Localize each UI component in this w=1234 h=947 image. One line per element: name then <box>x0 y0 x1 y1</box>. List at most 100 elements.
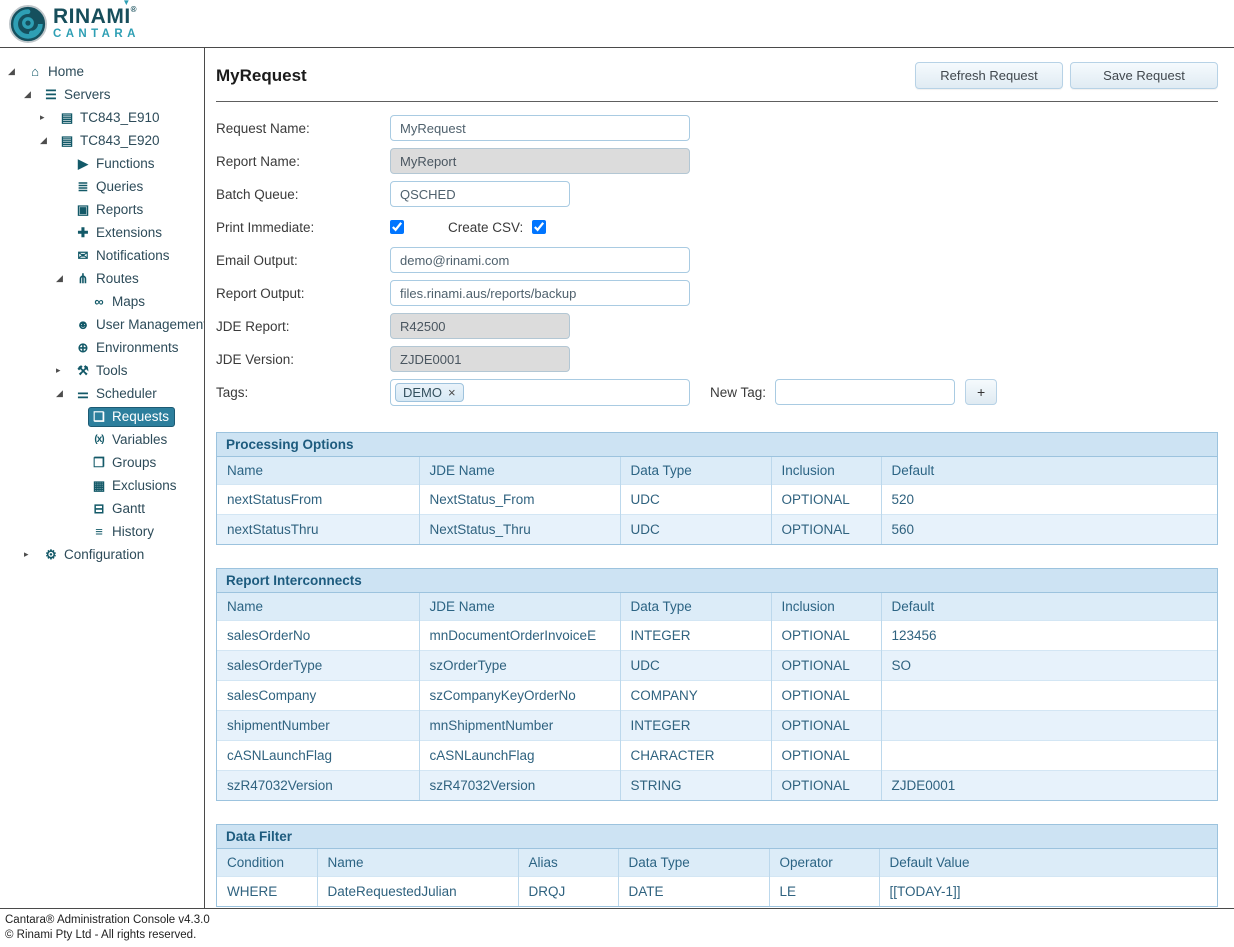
data-table: NameJDE NameData TypeInclusionDefaultsal… <box>217 593 1217 800</box>
report-name-label: Report Name: <box>216 154 390 169</box>
environments-icon: ⊕ <box>74 340 92 356</box>
requests-icon: ❏ <box>90 409 108 425</box>
collapsed-arrow-icon[interactable]: ▸ <box>40 112 56 123</box>
table-cell: COMPANY <box>620 681 771 711</box>
new-tag-field[interactable] <box>775 379 955 405</box>
product-name: CANTARA <box>53 29 140 41</box>
table-cell: nextStatusFrom <box>217 485 419 515</box>
table-cell: OPTIONAL <box>771 711 881 741</box>
sidebar-item-exclusions[interactable]: ▦Exclusions <box>0 474 204 497</box>
print-immediate-checkbox[interactable] <box>390 220 404 234</box>
expanded-arrow-icon[interactable]: ◢ <box>56 273 72 284</box>
sidebar-item-home[interactable]: ◢⌂Home <box>0 60 204 83</box>
sidebar-item-requests[interactable]: ❏ Requests <box>0 405 204 428</box>
table-cell: 123456 <box>881 621 1217 651</box>
sidebar-item-label: Reports <box>96 202 143 217</box>
request-name-field[interactable] <box>390 115 690 141</box>
app-footer: Cantara® Administration Console v4.3.0 ©… <box>0 908 1234 947</box>
table-row: nextStatusThruNextStatus_ThruUDCOPTIONAL… <box>217 515 1217 545</box>
column-header: Name <box>317 849 518 877</box>
sidebar-item-label: Tools <box>96 363 128 378</box>
table-cell: szOrderType <box>419 651 620 681</box>
logo: RINAMI▼® CANTARA <box>9 5 140 43</box>
sidebar-item-queries[interactable]: ≣Queries <box>0 175 204 198</box>
panel-title: Report Interconnects <box>217 569 1217 593</box>
save-request-button[interactable]: Save Request <box>1070 62 1218 89</box>
sidebar-item-label: Servers <box>64 87 111 102</box>
sidebar-item-routes[interactable]: ◢⋔Routes <box>0 267 204 290</box>
scheduler-icon: ⚌ <box>74 386 92 402</box>
tags-label: Tags: <box>216 385 390 400</box>
sidebar-item-gantt[interactable]: ⊟Gantt <box>0 497 204 520</box>
column-header: Inclusion <box>771 457 881 485</box>
batch-queue-label: Batch Queue: <box>216 187 390 202</box>
report-name-field <box>390 148 690 174</box>
refresh-request-button[interactable]: Refresh Request <box>915 62 1063 89</box>
add-tag-button[interactable]: + <box>965 379 997 405</box>
tables: Processing OptionsNameJDE NameData TypeI… <box>216 432 1218 907</box>
panel-processing-options: Processing OptionsNameJDE NameData TypeI… <box>216 432 1218 545</box>
create-csv-label: Create CSV: <box>448 220 523 235</box>
sidebar-item-label: Exclusions <box>112 478 177 493</box>
sidebar-item-reports[interactable]: ▣Reports <box>0 198 204 221</box>
sidebar-item-scheduler[interactable]: ◢⚌Scheduler <box>0 382 204 405</box>
expanded-arrow-icon[interactable]: ◢ <box>56 388 72 399</box>
logo-flag-icon: ▼ <box>122 0 130 7</box>
table-row: szR47032VersionszR47032VersionSTRINGOPTI… <box>217 771 1217 801</box>
expanded-arrow-icon[interactable]: ◢ <box>24 89 40 100</box>
remove-tag-icon[interactable]: × <box>448 385 456 400</box>
tags-input[interactable]: DEMO× <box>390 379 690 406</box>
sidebar-tree: ◢⌂Home◢☰Servers▸▤TC843_E910◢▤TC843_E920▶… <box>0 48 205 908</box>
table-cell: shipmentNumber <box>217 711 419 741</box>
sidebar-item-maps[interactable]: ∞Maps <box>0 290 204 313</box>
column-header: Data Type <box>620 593 771 621</box>
jde-version-field <box>390 346 570 372</box>
footer-copyright: © Rinami Pty Ltd - All rights reserved. <box>5 928 1229 943</box>
brand-name: RINAMI▼® <box>53 6 140 27</box>
page-title: MyRequest <box>216 66 307 86</box>
column-header: Data Type <box>620 457 771 485</box>
sidebar-item-variables[interactable]: (x)Variables <box>0 428 204 451</box>
table-cell <box>881 741 1217 771</box>
email-output-field[interactable] <box>390 247 690 273</box>
maps-icon: ∞ <box>90 294 108 309</box>
expanded-arrow-icon[interactable]: ◢ <box>8 66 24 77</box>
sidebar-item-environments[interactable]: ⊕ Environments <box>0 336 204 359</box>
sidebar-item-user-management[interactable]: ☻User Management <box>0 313 204 336</box>
column-header: JDE Name <box>419 457 620 485</box>
footer-version: Cantara® Administration Console v4.3.0 <box>5 913 1229 928</box>
title-divider <box>216 101 1218 102</box>
sidebar-item-history[interactable]: ≡History <box>0 520 204 543</box>
table-row: salesCompanyszCompanyKeyOrderNoCOMPANYOP… <box>217 681 1217 711</box>
sidebar-item-tc843-e920[interactable]: ◢▤TC843_E920 <box>0 129 204 152</box>
column-header: JDE Name <box>419 593 620 621</box>
sidebar-item-extensions[interactable]: ✚Extensions <box>0 221 204 244</box>
sidebar-item-label: Requests <box>112 409 169 424</box>
sidebar-item-servers[interactable]: ◢☰Servers <box>0 83 204 106</box>
expanded-arrow-icon[interactable]: ◢ <box>40 135 56 146</box>
rinami-logo-icon <box>9 5 47 43</box>
table-cell: UDC <box>620 485 771 515</box>
sidebar-item-notifications[interactable]: ✉Notifications <box>0 244 204 267</box>
collapsed-arrow-icon[interactable]: ▸ <box>24 549 40 560</box>
create-csv-checkbox[interactable] <box>532 220 546 234</box>
sidebar-item-configuration[interactable]: ▸⚙Configuration <box>0 543 204 566</box>
table-cell: OPTIONAL <box>771 741 881 771</box>
tag-chip: DEMO× <box>395 383 464 402</box>
table-cell: STRING <box>620 771 771 801</box>
data-table: NameJDE NameData TypeInclusionDefaultnex… <box>217 457 1217 544</box>
sidebar-item-groups[interactable]: ❐Groups <box>0 451 204 474</box>
table-row: salesOrderNomnDocumentOrderInvoiceEINTEG… <box>217 621 1217 651</box>
table-row: nextStatusFromNextStatus_FromUDCOPTIONAL… <box>217 485 1217 515</box>
sidebar-item-label: Environments <box>96 340 179 355</box>
report-output-field[interactable] <box>390 280 690 306</box>
table-cell: OPTIONAL <box>771 621 881 651</box>
report-output-label: Report Output: <box>216 286 390 301</box>
sidebar-item-tc843-e910[interactable]: ▸▤TC843_E910 <box>0 106 204 129</box>
column-header: Alias <box>518 849 618 877</box>
table-cell: INTEGER <box>620 621 771 651</box>
collapsed-arrow-icon[interactable]: ▸ <box>56 365 72 376</box>
sidebar-item-tools[interactable]: ▸⚒Tools <box>0 359 204 382</box>
sidebar-item-functions[interactable]: ▶Functions <box>0 152 204 175</box>
batch-queue-field[interactable] <box>390 181 570 207</box>
